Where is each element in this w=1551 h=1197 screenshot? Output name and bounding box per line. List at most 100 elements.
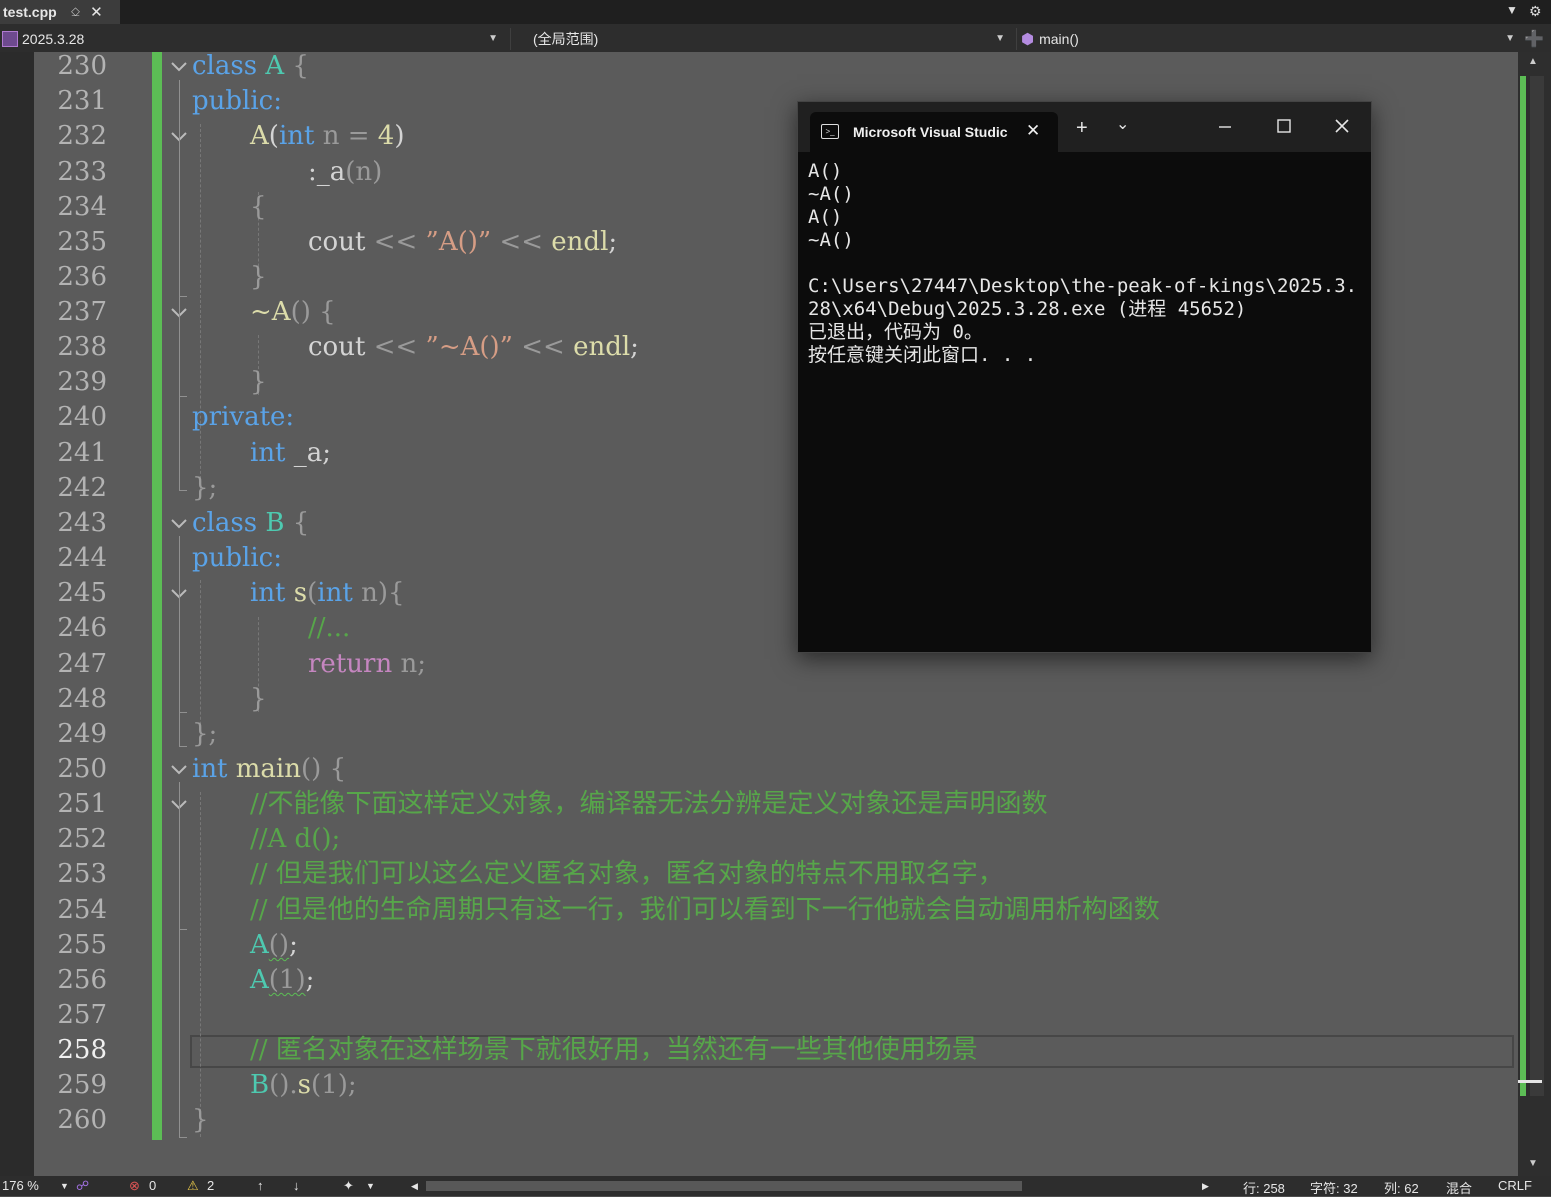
code-line: class A { <box>192 49 309 84</box>
char-indicator[interactable]: 字符: 32 <box>1310 1178 1358 1197</box>
maximize-icon[interactable] <box>1277 119 1291 133</box>
keyword: int <box>250 578 286 608</box>
fold-chevron-icon[interactable] <box>169 514 189 534</box>
tab-dropdown-icon[interactable]: ⌄ <box>1116 114 1129 134</box>
fold-chevron-icon[interactable] <box>169 57 189 77</box>
next-issue-icon[interactable]: ↓ <box>293 1178 300 1193</box>
code-line: // 但是他的生命周期只有这一行，我们可以看到下一行他就会自动调用析构函数 <box>250 893 1160 928</box>
line-number: 251 <box>57 789 107 819</box>
document-tab-bar: test.cpp ⎐ ✕ ▼ ⚙ <box>0 0 1551 24</box>
scroll-right-icon[interactable]: ▶ <box>1202 1181 1209 1192</box>
zoom-dropdown-icon[interactable]: ▼ <box>60 1181 69 1191</box>
constructor-name: A <box>250 121 269 151</box>
intellicode-icon[interactable]: ☍ <box>76 1178 89 1194</box>
fold-region-line <box>179 326 187 397</box>
line-indicator[interactable]: 行: 258 <box>1243 1178 1285 1197</box>
line-number-current: 258 <box>57 1035 107 1065</box>
new-tab-button[interactable]: + <box>1076 117 1088 140</box>
code-cleanup-icon[interactable]: ✦ <box>343 1178 354 1194</box>
warning-squiggle[interactable]: () <box>269 930 289 960</box>
line-number: 246 <box>57 613 107 643</box>
code-line: A(); <box>250 930 298 960</box>
tab-test-cpp[interactable]: test.cpp ⎐ ✕ <box>0 0 120 24</box>
string-literal: ”A()” <box>425 227 492 257</box>
line-number: 232 <box>57 121 107 151</box>
console-titlebar: >_ Microsoft Visual Studic ✕ + ⌄ <box>798 102 1371 152</box>
code-line: } <box>250 262 267 292</box>
status-bar: 176 % ▼ ☍ ⊗ 0 ⚠ 2 ↑ ↓ ✦ ▼ ◀ ▶ 行: 258 字符:… <box>0 1176 1551 1196</box>
cleanup-dropdown-icon[interactable]: ▼ <box>366 1181 375 1191</box>
code-line: A(1); <box>250 965 315 995</box>
warning-squiggle[interactable]: (1) <box>269 965 306 995</box>
line-number: 253 <box>57 859 107 889</box>
code-line: class B { <box>192 508 310 538</box>
line-number: 239 <box>57 367 107 397</box>
code-line: }; <box>192 473 218 503</box>
change-tracking-bar <box>152 52 162 1140</box>
code-line: } <box>250 367 267 397</box>
scroll-down-icon[interactable]: ▼ <box>1528 1158 1538 1169</box>
pin-icon[interactable]: ⎐ <box>71 5 80 20</box>
fold-chevron-icon[interactable] <box>169 760 189 780</box>
vertical-scrollbar[interactable]: ▲ ▼ <box>1518 52 1551 1176</box>
brace: { <box>292 51 309 81</box>
scrollbar-caret-marker <box>1518 1080 1542 1083</box>
gear-icon[interactable]: ⚙ <box>1529 3 1542 20</box>
indentation-mode[interactable]: 混合 <box>1446 1178 1472 1197</box>
minimize-icon[interactable] <box>1218 120 1232 134</box>
line-number: 240 <box>57 402 107 432</box>
split-icon[interactable]: ➕ <box>1524 29 1544 49</box>
access-specifier: public: <box>192 543 282 573</box>
line-number: 238 <box>57 332 107 362</box>
tab-label: test.cpp <box>3 4 57 20</box>
tab-list-dropdown-icon[interactable]: ▼ <box>1506 3 1518 17</box>
line-number: 256 <box>57 965 107 995</box>
code-line: }; <box>192 719 218 749</box>
error-count[interactable]: 0 <box>149 1178 156 1193</box>
code-line: int _a; <box>250 436 331 471</box>
fold-region-line <box>179 150 187 297</box>
code-line: cout << ”A()” << endl; <box>308 227 618 257</box>
console-window[interactable]: >_ Microsoft Visual Studic ✕ + ⌄ A() ~A(… <box>797 101 1372 653</box>
scroll-left-icon[interactable]: ◀ <box>411 1181 418 1192</box>
column-indicator[interactable]: 列: 62 <box>1384 1178 1419 1197</box>
comment: //... <box>308 613 351 643</box>
code-line: } <box>250 684 267 714</box>
destructor-name: A <box>271 297 291 327</box>
keyword: int <box>192 754 228 784</box>
scroll-up-icon[interactable]: ▲ <box>1528 56 1538 67</box>
horizontal-scrollbar-thumb[interactable] <box>426 1181 1022 1191</box>
line-number: 252 <box>57 824 107 854</box>
close-icon[interactable]: ✕ <box>90 3 103 21</box>
line-ending[interactable]: CRLF <box>1498 1178 1532 1193</box>
error-icon: ⊗ <box>129 1178 140 1193</box>
member-dropdown[interactable]: ⬢ main() ▼ <box>1016 28 1519 50</box>
line-number: 241 <box>57 438 107 468</box>
line-number: 244 <box>57 543 107 573</box>
keyword: int <box>250 438 286 468</box>
previous-issue-icon[interactable]: ↑ <box>257 1178 264 1193</box>
project-dropdown[interactable]: 2025.3.28 ▼ <box>2 28 502 50</box>
code-line: int s(int n){ <box>250 578 405 608</box>
class-name: A <box>265 51 285 81</box>
class-name: A <box>250 965 269 995</box>
warning-count[interactable]: 2 <box>207 1178 214 1193</box>
scope-dropdown[interactable]: (全局范围) ▼ <box>510 28 1009 50</box>
keyword: int <box>278 121 315 151</box>
scrollbar-track[interactable] <box>1530 76 1544 1096</box>
line-number: 254 <box>57 895 107 925</box>
zoom-level[interactable]: 176 % <box>2 1178 39 1193</box>
console-tab[interactable]: >_ Microsoft Visual Studic ✕ <box>810 112 1058 152</box>
class-name: B <box>250 1070 270 1100</box>
line-number: 231 <box>57 86 107 116</box>
member-label: main() <box>1039 31 1079 47</box>
function-name: s <box>293 578 308 608</box>
keyword: class <box>192 508 258 538</box>
indent-guide <box>200 792 201 1137</box>
close-window-icon[interactable] <box>1334 118 1350 134</box>
comment: // 匿名对象在这样场景下就很好用，当然还有一些其他使用场景 <box>250 1035 978 1065</box>
close-tab-icon[interactable]: ✕ <box>1026 121 1040 141</box>
fold-region-line <box>179 817 187 930</box>
line-number: 233 <box>57 157 107 187</box>
access-specifier: public: <box>192 86 282 116</box>
